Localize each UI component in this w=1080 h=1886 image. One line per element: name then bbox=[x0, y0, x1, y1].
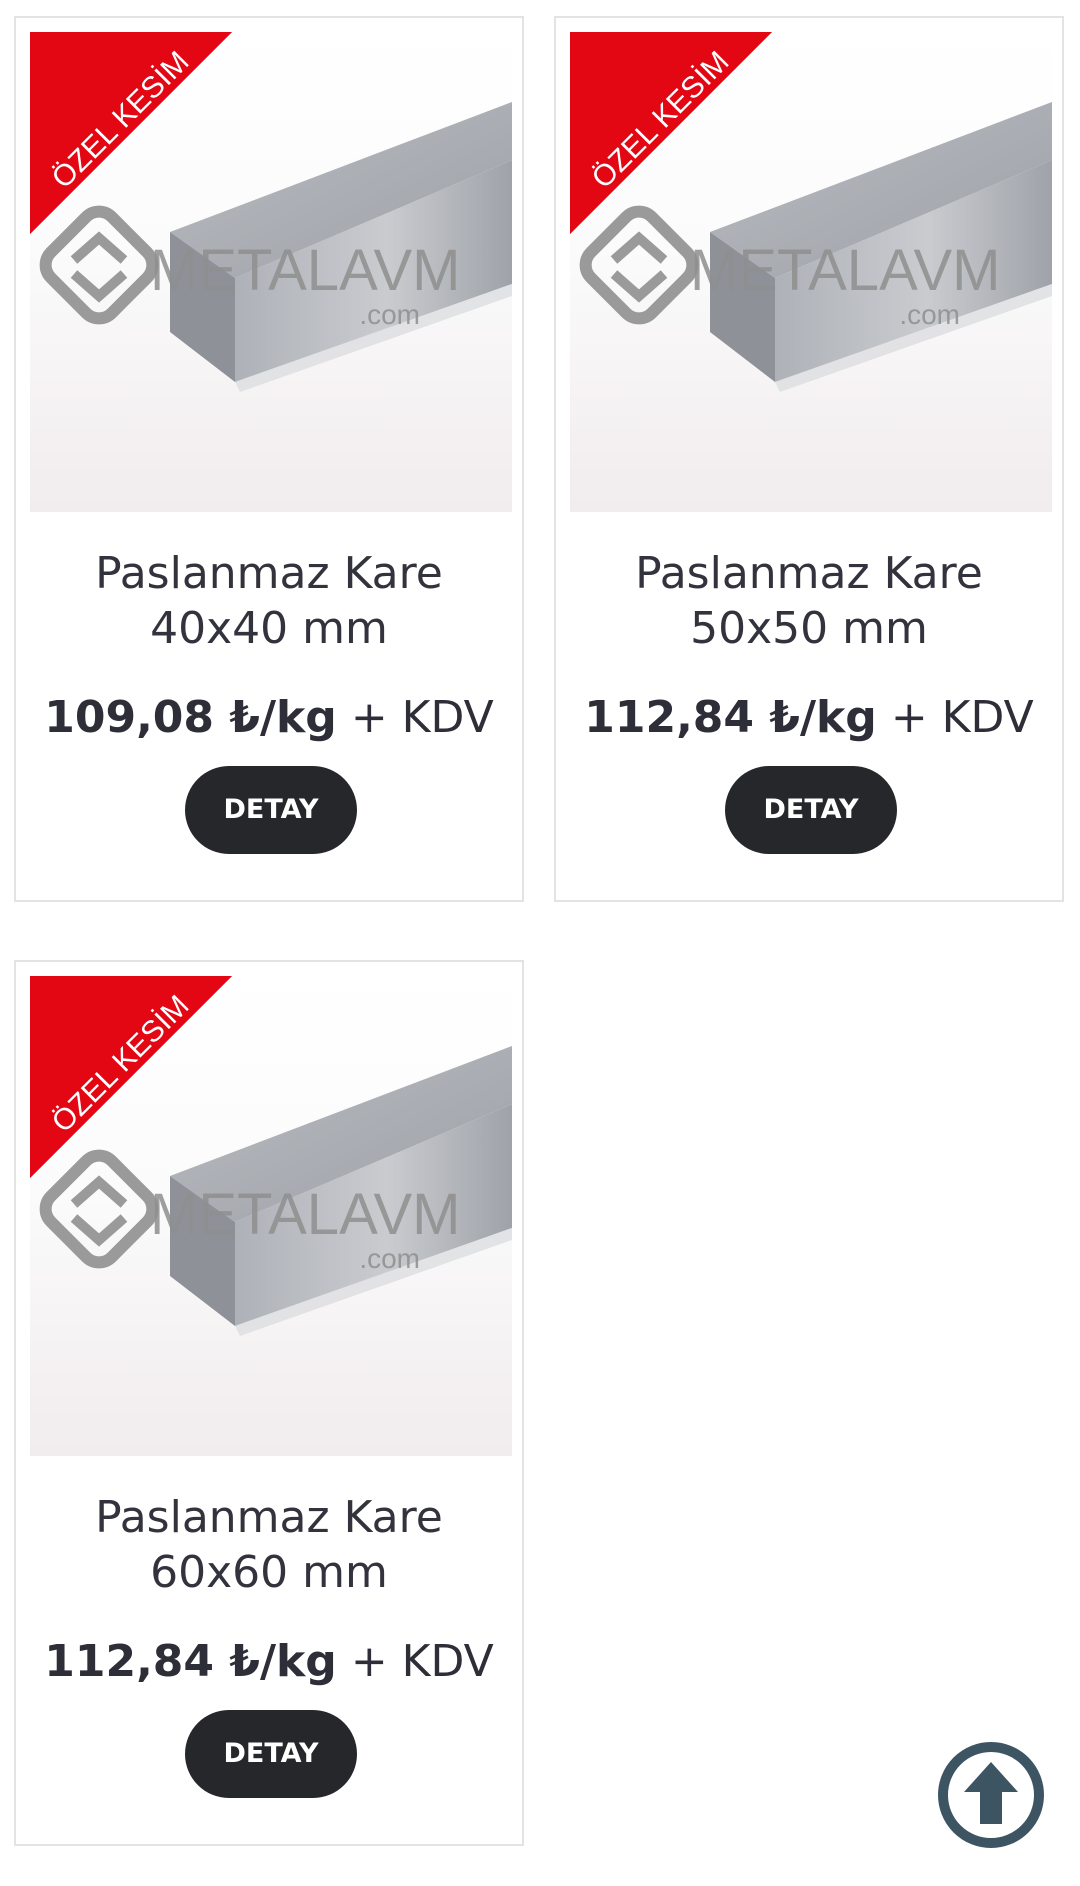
product-image[interactable]: METALAVM .com ÖZEL KESİM bbox=[30, 976, 512, 1456]
watermark-suffix: .com bbox=[359, 299, 420, 330]
detail-button[interactable]: DETAY bbox=[185, 1710, 357, 1798]
product-title[interactable]: Paslanmaz Kare 40x40 mm bbox=[16, 546, 522, 656]
product-image[interactable]: METALAVM .com ÖZEL KESİM bbox=[30, 32, 512, 512]
price-amount: 112,84 ₺/kg bbox=[584, 692, 877, 743]
arrow-up-circle-icon bbox=[938, 1742, 1044, 1848]
metalavm-logo-icon bbox=[39, 205, 159, 325]
special-cut-badge: ÖZEL KESİM bbox=[30, 32, 232, 234]
watermark-text: METALAVM bbox=[150, 238, 460, 303]
product-title[interactable]: Paslanmaz Kare 50x50 mm bbox=[556, 546, 1062, 656]
special-cut-badge: ÖZEL KESİM bbox=[570, 32, 772, 234]
price-amount: 109,08 ₺/kg bbox=[44, 692, 337, 743]
price-tax: + KDV bbox=[350, 692, 494, 743]
watermark-suffix: .com bbox=[899, 299, 960, 330]
product-card-2[interactable]: METALAVM .com ÖZEL KESİM Paslanmaz Kare … bbox=[554, 16, 1064, 902]
watermark-suffix: .com bbox=[359, 1243, 420, 1274]
price-tax: + KDV bbox=[890, 692, 1034, 743]
product-card-1[interactable]: METALAVM .com ÖZEL KESİM Paslanmaz Kare … bbox=[14, 16, 524, 902]
product-card-3[interactable]: METALAVM .com ÖZEL KESİM Paslanmaz Kare … bbox=[14, 960, 524, 1846]
metalavm-logo-icon bbox=[39, 1149, 159, 1269]
price-amount: 112,84 ₺/kg bbox=[44, 1636, 337, 1687]
scroll-to-top-button[interactable] bbox=[936, 1740, 1046, 1850]
product-title-line-1: Paslanmaz Kare bbox=[95, 1492, 443, 1543]
detail-button[interactable]: DETAY bbox=[725, 766, 897, 854]
watermark-text: METALAVM bbox=[150, 1182, 460, 1247]
product-title-line-1: Paslanmaz Kare bbox=[635, 548, 983, 599]
product-price: 112,84 ₺/kg + KDV bbox=[556, 690, 1062, 746]
product-price: 109,08 ₺/kg + KDV bbox=[16, 690, 522, 746]
detail-button[interactable]: DETAY bbox=[185, 766, 357, 854]
product-title-line-2: 60x60 mm bbox=[150, 1547, 388, 1598]
product-price: 112,84 ₺/kg + KDV bbox=[16, 1634, 522, 1690]
product-title-line-2: 40x40 mm bbox=[150, 603, 388, 654]
product-title-line-2: 50x50 mm bbox=[690, 603, 928, 654]
price-tax: + KDV bbox=[350, 1636, 494, 1687]
watermark-text: METALAVM bbox=[690, 238, 1000, 303]
special-cut-badge: ÖZEL KESİM bbox=[30, 976, 232, 1178]
product-image[interactable]: METALAVM .com ÖZEL KESİM bbox=[570, 32, 1052, 512]
product-title[interactable]: Paslanmaz Kare 60x60 mm bbox=[16, 1490, 522, 1600]
product-title-line-1: Paslanmaz Kare bbox=[95, 548, 443, 599]
metalavm-logo-icon bbox=[579, 205, 699, 325]
